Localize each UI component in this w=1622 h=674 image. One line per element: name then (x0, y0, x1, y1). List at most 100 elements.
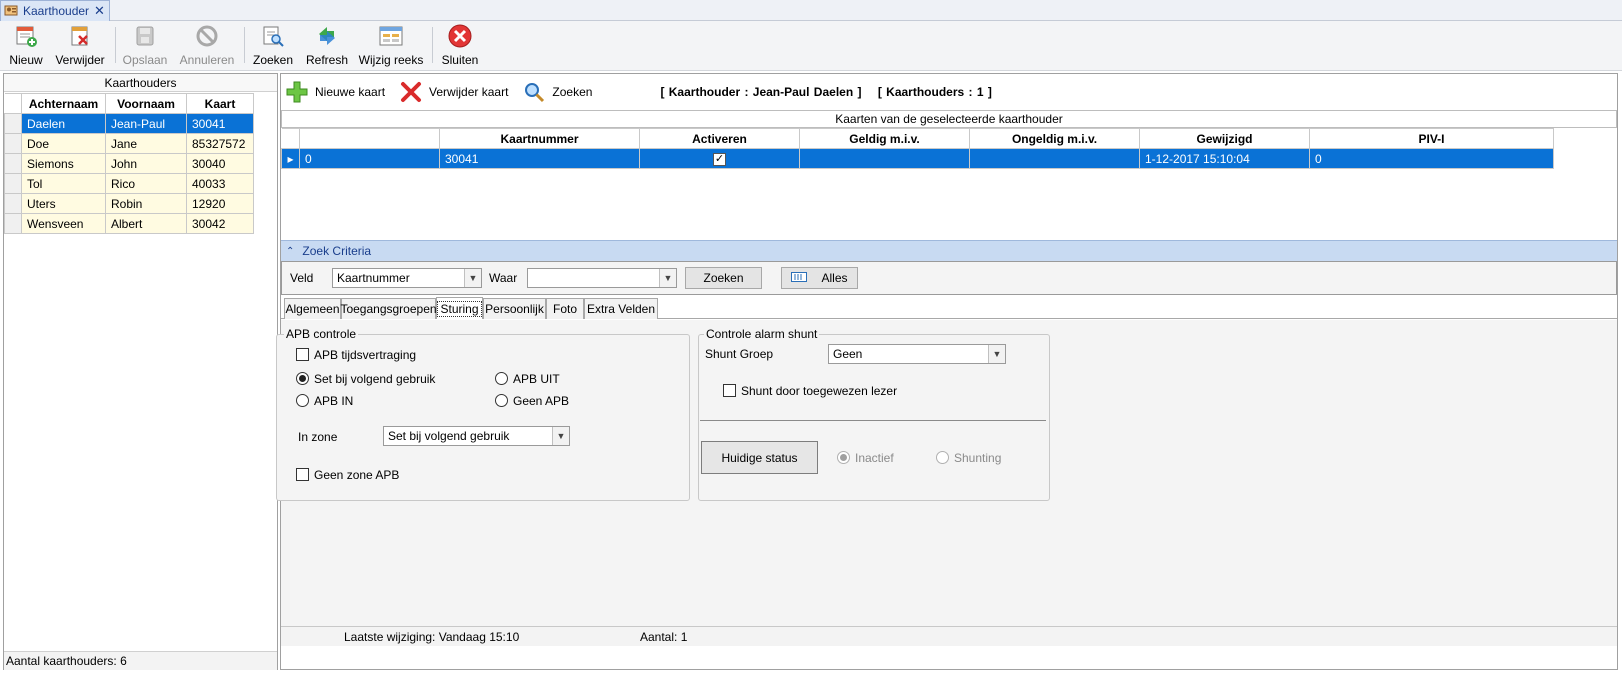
cell-kaart: 85327572 (186, 133, 254, 154)
sturing-tab-content: APB controle APB tijdsvertraging Set bij… (276, 320, 1617, 626)
table-row[interactable]: ▸ 0 30041 ✓ 1-12-2017 15:10:04 0 (281, 148, 1554, 169)
chevron-down-icon: ▼ (464, 269, 481, 287)
cancel-button[interactable]: Annuleren (176, 23, 238, 69)
column-header-kaartnummer[interactable]: Kaartnummer (439, 128, 640, 149)
row-header[interactable] (4, 173, 22, 194)
row-header[interactable] (4, 213, 22, 234)
new-record-icon (13, 23, 39, 49)
cell-voornaam: John (105, 153, 187, 174)
no-apb-radio[interactable] (495, 394, 508, 407)
close-button[interactable]: Sluiten (438, 23, 482, 69)
search-record-icon (260, 23, 286, 49)
current-status-button[interactable]: Huidige status (701, 441, 818, 474)
panel-footer-space (281, 646, 1617, 669)
cell-achternaam: Siemons (21, 153, 106, 174)
cardholders-grid: Achternaam Voornaam Kaart Daelen Jean-Pa… (4, 93, 254, 234)
table-row[interactable]: Daelen Jean-Paul 30041 (4, 113, 254, 134)
delete-card-button[interactable]: Verwijder kaart (399, 80, 508, 104)
tab-extra-velden[interactable]: Extra Velden (584, 298, 658, 319)
search-button[interactable]: Zoeken (250, 23, 296, 69)
column-header-kaart[interactable]: Kaart (186, 93, 254, 114)
column-header-id[interactable] (299, 128, 440, 149)
no-zone-apb-checkbox[interactable] (296, 468, 309, 481)
magnifier-icon (522, 80, 546, 104)
where-select[interactable]: ▼ (527, 268, 677, 288)
cell-ongeldig (969, 148, 1140, 169)
tab-foto[interactable]: Foto (546, 298, 584, 319)
edit-range-button[interactable]: Wijzig reeks (356, 23, 426, 69)
inactive-label: Inactief (855, 451, 894, 465)
column-header-activeren[interactable]: Activeren (639, 128, 800, 149)
tab-sturing[interactable]: Sturing (436, 297, 483, 319)
column-header-geldig[interactable]: Geldig m.i.v. (799, 128, 970, 149)
toolbar-separator (115, 27, 116, 63)
search-card-button[interactable]: Zoeken (522, 80, 592, 104)
new-button[interactable]: Nieuw (6, 23, 46, 69)
set-next-use-radio[interactable] (296, 372, 309, 385)
row-header[interactable] (4, 133, 22, 154)
apb-in-radio[interactable] (296, 394, 309, 407)
refresh-button[interactable]: Refresh (303, 23, 351, 69)
row-header[interactable] (4, 153, 22, 174)
row-pointer-icon[interactable]: ▸ (281, 148, 300, 169)
tab-toegangsgroepen[interactable]: Toegangsgroepen (340, 298, 437, 319)
cell-voornaam: Albert (105, 213, 187, 234)
table-row[interactable]: Uters Robin 12920 (4, 193, 254, 214)
zone-select[interactable]: Set bij volgend gebruik ▼ (383, 426, 570, 446)
cell-achternaam: Uters (21, 193, 106, 214)
document-tab-kaarthouder[interactable]: Kaarthouder ✕ (0, 0, 110, 21)
cards-toolbar: Nieuwe kaart Verwijder kaart Zoeken [ Ka… (281, 74, 1617, 110)
field-select[interactable]: Kaartnummer ▼ (332, 268, 482, 288)
shunt-reader-label: Shunt door toegewezen lezer (741, 384, 898, 398)
row-header[interactable] (4, 193, 22, 214)
table-row[interactable]: Siemons John 30040 (4, 153, 254, 174)
table-row[interactable]: Tol Rico 40033 (4, 173, 254, 194)
grid-view-icon (791, 271, 808, 285)
shunting-label: Shunting (954, 451, 1002, 465)
cell-id: 0 (299, 148, 440, 169)
cell-kaart: 30042 (186, 213, 254, 234)
apb-delay-checkbox[interactable] (296, 348, 309, 361)
red-x-icon (399, 80, 423, 104)
cell-kaart: 30040 (186, 153, 254, 174)
shunt-reader-checkbox[interactable] (723, 384, 736, 397)
row-header[interactable] (4, 113, 22, 134)
chevron-down-icon: ▼ (552, 427, 569, 445)
row-header-cell (4, 93, 22, 114)
cell-kaart: 40033 (186, 173, 254, 194)
apb-delay-label: APB tijdsvertraging (314, 348, 417, 362)
set-next-use-label: Set bij volgend gebruik (314, 372, 436, 386)
document-tabstrip (0, 0, 1622, 21)
delete-record-icon (67, 23, 93, 49)
all-button[interactable]: Alles (781, 267, 858, 289)
search-criteria-bar: Veld Kaartnummer ▼ Waar ▼ Zoeken Alles (281, 261, 1617, 295)
cards-grid: Kaartnummer Activeren Geldig m.i.v. Onge… (281, 128, 1554, 169)
search-criteria-header[interactable]: ⌃ Zoek Criteria (281, 240, 1617, 261)
inactive-radio[interactable] (837, 451, 850, 464)
apb-out-radio[interactable] (495, 372, 508, 385)
delete-button[interactable]: Verwijder (52, 23, 108, 69)
save-button[interactable]: Opslaan (120, 23, 170, 69)
shunting-radio[interactable] (936, 451, 949, 464)
table-row[interactable]: Wensveen Albert 30042 (4, 213, 254, 234)
column-header-ongeldig[interactable]: Ongeldig m.i.v. (969, 128, 1140, 149)
new-card-button[interactable]: Nieuwe kaart (285, 80, 385, 104)
close-tab-icon[interactable]: ✕ (94, 3, 105, 19)
where-label: Waar (489, 271, 518, 285)
column-header-piv[interactable]: PIV-I (1309, 128, 1554, 149)
holder-count-info: [ Kaarthouders : 1 ] (877, 85, 992, 99)
tab-algemeen[interactable]: Algemeen (284, 298, 341, 319)
activate-checkbox[interactable]: ✓ (713, 153, 726, 166)
shunt-group-select[interactable]: Geen ▼ (828, 344, 1006, 364)
column-header-voornaam[interactable]: Voornaam (105, 93, 187, 114)
cell-kaartnummer: 30041 (439, 148, 640, 169)
column-header-gewijzigd[interactable]: Gewijzigd (1139, 128, 1310, 149)
collapse-chevron-icon[interactable]: ⌃ (286, 246, 294, 257)
search-criteria-button[interactable]: Zoeken (685, 267, 762, 289)
cell-geldig (799, 148, 970, 169)
tab-persoonlijk[interactable]: Persoonlijk (483, 298, 546, 319)
table-row[interactable]: Doe Jane 85327572 (4, 133, 254, 154)
column-header-achternaam[interactable]: Achternaam (21, 93, 106, 114)
plus-icon (285, 80, 309, 104)
apb-control-title: APB controle (284, 327, 359, 341)
